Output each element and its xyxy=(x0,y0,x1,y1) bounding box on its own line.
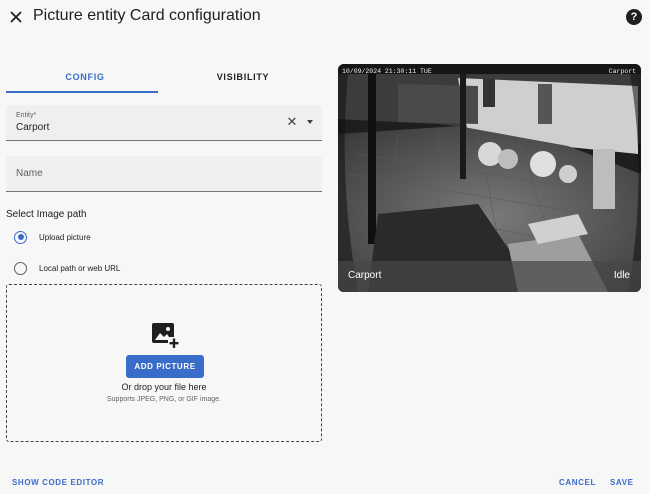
entity-picker[interactable]: Entity* Carport ✕ xyxy=(6,105,322,141)
camera-overlay-name: Carport xyxy=(609,68,636,75)
dialog-title: Picture entity Card configuration xyxy=(33,7,261,25)
clear-icon[interactable]: ✕ xyxy=(286,115,298,129)
entity-field-label: Entity* xyxy=(16,112,36,119)
tab-bar: CONFIG VISIBILITY xyxy=(6,64,322,92)
tab-config[interactable]: CONFIG xyxy=(6,64,164,92)
preview-entity-state: Idle xyxy=(614,270,630,281)
entity-field-value: Carport xyxy=(16,122,49,133)
dialog-header: Picture entity Card configuration ? xyxy=(0,0,650,36)
radio-local-path[interactable]: Local path or web URL xyxy=(14,260,120,276)
close-icon xyxy=(10,11,22,23)
add-picture-button[interactable]: ADD PICTURE xyxy=(126,355,204,378)
name-input[interactable]: Name xyxy=(6,156,322,192)
image-path-label: Select Image path xyxy=(6,209,87,220)
active-tab-indicator xyxy=(6,91,158,93)
camera-snapshot-image xyxy=(338,64,641,292)
camera-timestamp: 10/09/2024 21:30:11 TUE xyxy=(342,68,432,75)
file-dropzone[interactable]: ADD PICTURE Or drop your file here Suppo… xyxy=(6,284,322,442)
close-button[interactable] xyxy=(6,6,26,28)
name-input-placeholder: Name xyxy=(16,168,43,179)
radio-button-unchecked[interactable] xyxy=(14,262,27,275)
preview-entity-name: Carport xyxy=(348,270,381,281)
drop-file-text: Or drop your file here xyxy=(7,382,321,392)
radio-button-checked[interactable] xyxy=(14,231,27,244)
supported-formats-text: Supports JPEG, PNG, or GIF image. xyxy=(7,396,321,403)
preview-footer: Carport Idle xyxy=(338,261,641,292)
cancel-button[interactable]: CANCEL xyxy=(559,478,596,487)
radio-label-local: Local path or web URL xyxy=(39,264,120,273)
show-code-editor-button[interactable]: SHOW CODE EDITOR xyxy=(12,478,104,487)
camera-preview-card[interactable]: 10/09/2024 21:30:11 TUE Carport Carport … xyxy=(338,64,641,292)
radio-upload-picture[interactable]: Upload picture xyxy=(14,229,91,245)
image-add-icon xyxy=(152,323,180,349)
radio-label-upload: Upload picture xyxy=(39,233,91,242)
dropdown-arrow-icon[interactable] xyxy=(307,120,313,124)
tab-visibility[interactable]: VISIBILITY xyxy=(164,64,322,92)
help-icon[interactable]: ? xyxy=(626,9,642,25)
save-button[interactable]: SAVE xyxy=(610,478,634,487)
